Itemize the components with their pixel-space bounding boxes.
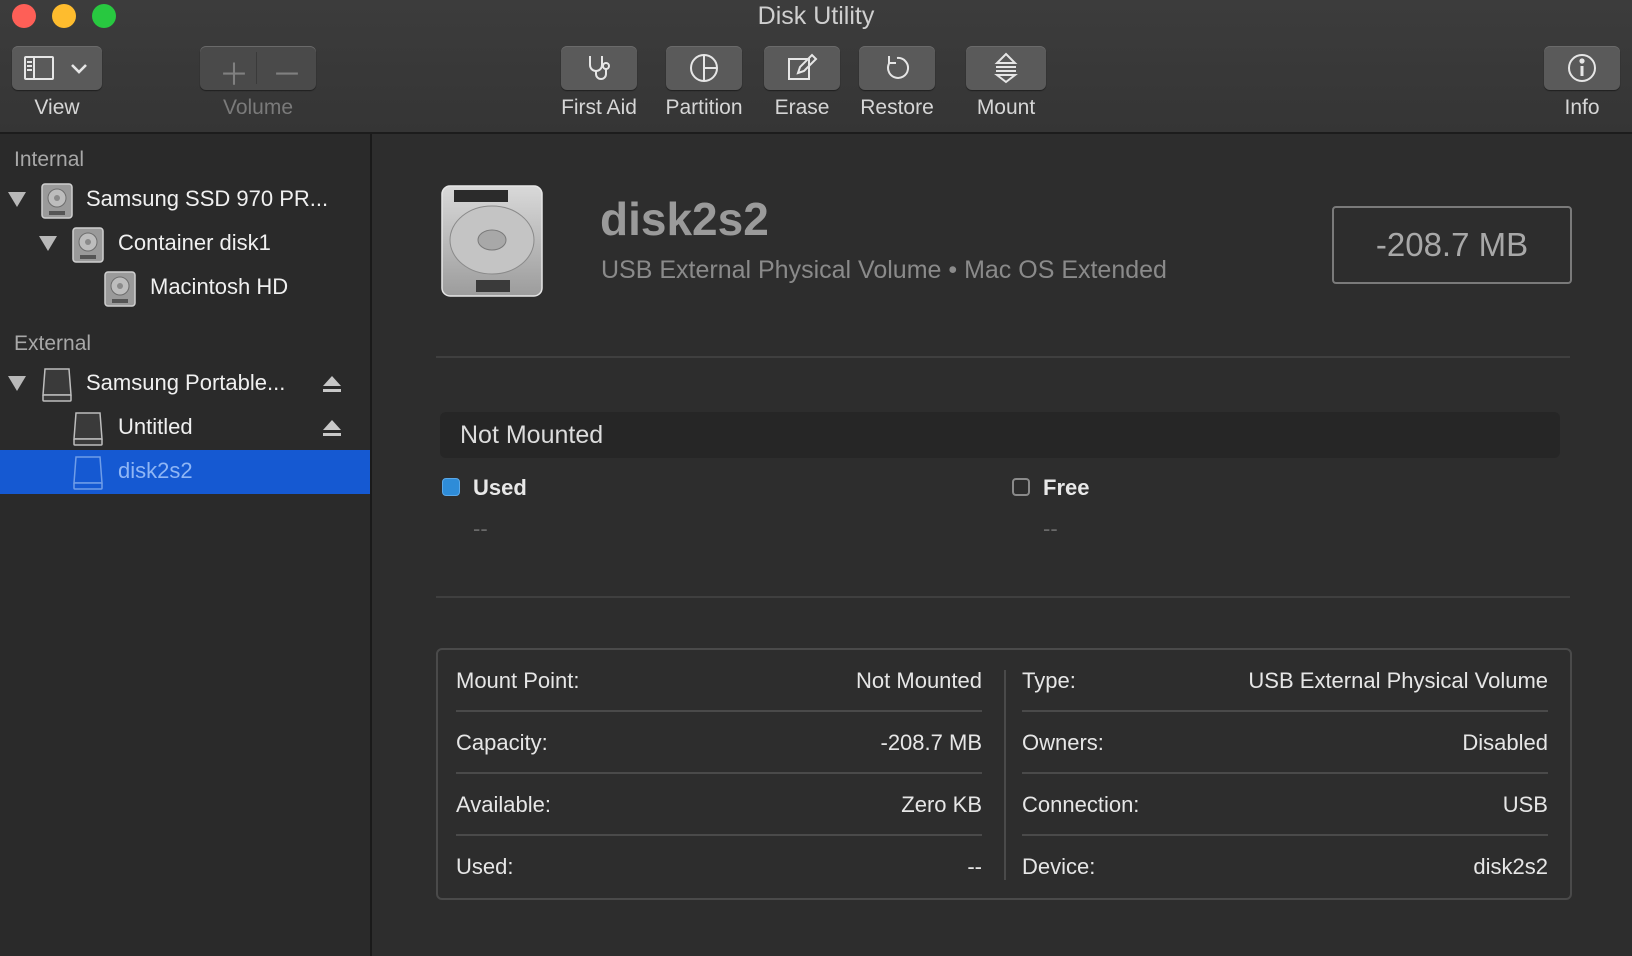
sidebar-item-label: Samsung SSD 970 PR... xyxy=(86,186,329,211)
mount-button[interactable] xyxy=(966,46,1046,90)
free-swatch xyxy=(1012,478,1030,496)
detail-pane: disk2s2 USB External Physical Volume • M… xyxy=(372,134,1632,956)
sidebar-item-samsung-ssd[interactable]: Samsung SSD 970 PR... xyxy=(0,178,370,222)
used-legend-title: Used xyxy=(473,475,527,500)
view-label: View xyxy=(34,96,80,119)
sidebar-item-label: Macintosh HD xyxy=(150,274,289,299)
sidebar-header-internal: Internal xyxy=(14,148,85,171)
info-key: Device: xyxy=(1022,854,1096,879)
sidebar: Internal Samsung SSD 970 PR... Container… xyxy=(0,134,372,956)
sidebar-item-label: Samsung Portable... xyxy=(86,370,286,395)
info-table: Mount Point: Not Mounted Capacity: -208.… xyxy=(436,648,1572,900)
volume-button-group[interactable]: ＋ － xyxy=(200,46,316,92)
eject-icon[interactable] xyxy=(322,418,342,438)
sidebar-header-external: External xyxy=(14,332,92,355)
erase-button[interactable] xyxy=(764,46,840,90)
info-value: Not Mounted xyxy=(856,668,982,693)
window-title: Disk Utility xyxy=(757,2,875,30)
hard-disk-icon xyxy=(441,185,543,297)
info-row-capacity: Capacity: -208.7 MB xyxy=(456,712,982,774)
divider xyxy=(436,356,1570,358)
sidebar-item-label: disk2s2 xyxy=(118,458,193,483)
chevron-down-icon xyxy=(71,64,87,74)
used-swatch xyxy=(442,478,460,496)
restore-button[interactable] xyxy=(859,46,935,90)
info-key: Mount Point: xyxy=(456,668,580,693)
sidebar-item-macintosh-hd[interactable]: Macintosh HD xyxy=(0,266,370,310)
disclosure-triangle-icon[interactable] xyxy=(8,376,26,391)
info-row-device: Device: disk2s2 xyxy=(1022,836,1548,898)
external-disk-icon xyxy=(42,368,72,402)
partition-label: Partition xyxy=(665,96,743,119)
disk-name: disk2s2 xyxy=(600,193,769,245)
remove-volume-icon[interactable]: － xyxy=(272,50,302,94)
info-row-owners: Owners: Disabled xyxy=(1022,712,1548,774)
info-key: Capacity: xyxy=(456,730,548,755)
info-row-type: Type: USB External Physical Volume xyxy=(1022,650,1548,712)
info-value: disk2s2 xyxy=(1473,854,1548,879)
first-aid-button[interactable] xyxy=(561,46,637,90)
info-label: Info xyxy=(1564,96,1600,119)
first-aid-label: First Aid xyxy=(561,96,637,119)
info-row-used: Used: -- xyxy=(456,836,982,898)
info-value: -- xyxy=(967,854,982,879)
toolbar: Disk Utility View ＋ － Volume First Aid P… xyxy=(0,0,1632,134)
info-key: Available: xyxy=(456,792,551,817)
info-key: Owners: xyxy=(1022,730,1104,755)
used-legend-value: -- xyxy=(473,516,488,541)
info-row-mount-point: Mount Point: Not Mounted xyxy=(456,650,982,712)
info-value: USB External Physical Volume xyxy=(1248,668,1548,693)
sidebar-item-disk2s2[interactable]: disk2s2 xyxy=(0,450,370,494)
usage-bar: Not Mounted xyxy=(440,412,1560,458)
external-disk-icon xyxy=(73,456,103,490)
disclosure-triangle-icon[interactable] xyxy=(8,192,26,207)
pie-chart-icon xyxy=(690,54,718,82)
info-icon xyxy=(1568,54,1596,82)
sidebar-item-untitled[interactable]: Untitled xyxy=(0,406,370,450)
free-legend-title: Free xyxy=(1043,475,1090,500)
info-row-connection: Connection: USB xyxy=(1022,774,1548,836)
eject-icon[interactable] xyxy=(322,374,342,394)
restore-arrow-icon xyxy=(887,56,909,79)
volume-separator xyxy=(256,52,257,84)
container-disk-icon xyxy=(72,227,104,263)
info-row-available: Available: Zero KB xyxy=(456,774,982,836)
restore-label: Restore xyxy=(860,96,934,119)
info-value: USB xyxy=(1502,792,1548,817)
mount-status: Not Mounted xyxy=(460,421,604,449)
divider xyxy=(436,596,1570,598)
disk-subtitle: USB External Physical Volume • Mac OS Ex… xyxy=(601,256,1167,284)
erase-label: Erase xyxy=(774,96,830,119)
partition-button[interactable] xyxy=(666,46,742,90)
free-legend-value: -- xyxy=(1043,516,1058,541)
volume-disk-icon xyxy=(104,271,136,307)
add-volume-icon[interactable]: ＋ xyxy=(219,50,249,94)
info-key: Connection: xyxy=(1022,792,1140,817)
volume-label: Volume xyxy=(222,96,294,119)
view-button[interactable] xyxy=(12,46,102,90)
sidebar-item-samsung-portable[interactable]: Samsung Portable... xyxy=(0,362,370,406)
mount-icon xyxy=(994,52,1018,84)
internal-disk-icon xyxy=(41,183,73,219)
external-disk-icon xyxy=(73,412,103,446)
capacity-badge: -208.7 MB xyxy=(1332,206,1572,284)
info-button[interactable] xyxy=(1544,46,1620,90)
info-column-separator xyxy=(1004,670,1006,880)
erase-pencil-icon xyxy=(788,53,818,80)
sidebar-item-label: Untitled xyxy=(118,414,193,439)
disclosure-triangle-icon[interactable] xyxy=(39,236,57,251)
info-key: Type: xyxy=(1022,668,1076,693)
sidebar-toggle-icon xyxy=(24,56,54,80)
sidebar-item-label: Container disk1 xyxy=(118,230,271,255)
stethoscope-icon xyxy=(589,56,610,80)
sidebar-item-container-disk1[interactable]: Container disk1 xyxy=(0,222,370,266)
info-value: -208.7 MB xyxy=(880,730,983,755)
info-key: Used: xyxy=(456,854,514,879)
mount-label: Mount xyxy=(976,96,1036,119)
info-value: Zero KB xyxy=(901,792,982,817)
info-value: Disabled xyxy=(1462,730,1548,755)
